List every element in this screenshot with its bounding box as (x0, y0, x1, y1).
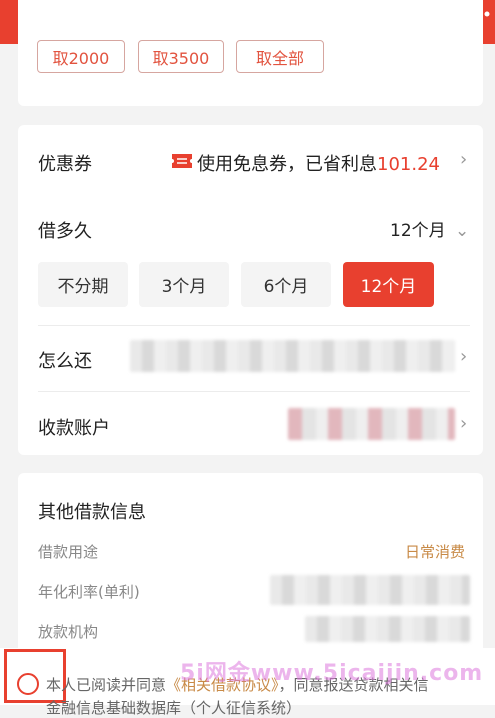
repay-label: 怎么还 (38, 351, 92, 372)
coupon-row[interactable]: 使用免息券，已省利息101.24 (197, 150, 440, 176)
amount-option-3500[interactable]: 取3500 (138, 40, 224, 73)
rate-value-blurred (270, 575, 470, 605)
coupon-text: 使用免息券，已省利息 (197, 154, 377, 175)
term-selector[interactable]: 12个月 ⌄ (390, 216, 469, 241)
divider (38, 325, 470, 326)
term-option-3[interactable]: 3个月 (139, 262, 229, 307)
account-blurred[interactable] (288, 408, 455, 440)
amount-option-all[interactable]: 取全部 (236, 40, 324, 73)
term-option-6[interactable]: 6个月 (241, 262, 331, 307)
rate-label: 年化利率(单利) (38, 583, 140, 601)
lender-label: 放款机构 (38, 623, 99, 641)
account-label: 收款账户 (38, 418, 110, 439)
term-option-none[interactable]: 不分期 (38, 262, 128, 307)
term-option-12[interactable]: 12个月 (343, 262, 434, 307)
term-selected-value: 12个月 (390, 221, 446, 241)
agreement-prefix: 本人已阅读并同意 (46, 676, 167, 694)
chevron-right-icon: › (460, 149, 468, 170)
lender-value-blurred (305, 616, 470, 642)
agreement-text-line2: 金融信息基础数据库（个人征信系统） (46, 699, 302, 717)
coupon-saved-value: 101.24 (377, 154, 440, 175)
coupon-label: 优惠券 (38, 154, 92, 175)
purpose-value: 日常消费 (405, 543, 466, 561)
chevron-right-icon: › (460, 346, 468, 367)
divider (38, 391, 470, 392)
repay-plan-blurred[interactable] (130, 340, 455, 372)
amount-option-2000[interactable]: 取2000 (37, 40, 125, 73)
ticket-icon (172, 154, 192, 168)
term-label: 借多久 (38, 221, 92, 242)
watermark: 5i网金www.5icaijin.com (180, 661, 484, 686)
chevron-down-icon: ⌄ (455, 221, 470, 241)
purpose-label: 借款用途 (38, 543, 99, 561)
other-info-title: 其他借款信息 (38, 502, 146, 523)
chevron-right-icon: › (460, 413, 468, 434)
